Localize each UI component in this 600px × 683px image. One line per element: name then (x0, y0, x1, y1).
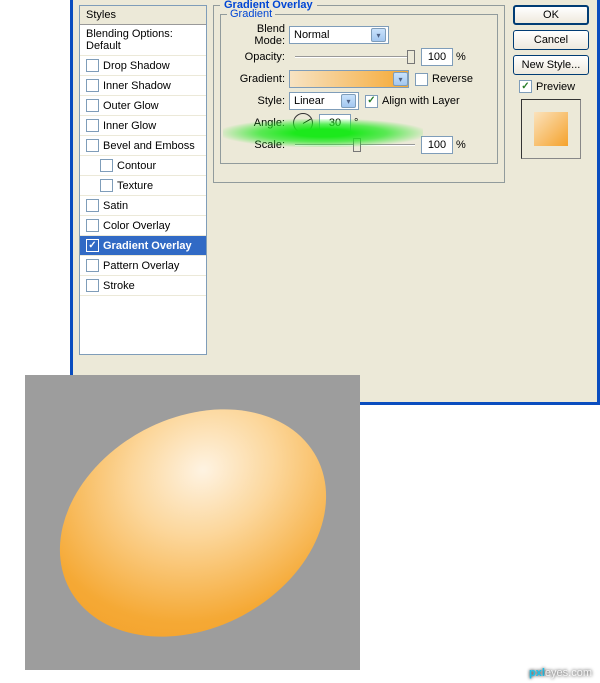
angle-row: Angle: 30 ° (227, 113, 491, 133)
percent-unit: % (456, 51, 466, 63)
style-outer-glow[interactable]: Outer Glow (80, 96, 206, 116)
watermark: pxleyes.com (529, 664, 592, 679)
checkbox[interactable] (86, 79, 99, 92)
style-pattern-overlay[interactable]: Pattern Overlay (80, 256, 206, 276)
checkbox[interactable] (86, 139, 99, 152)
chevron-down-icon: ▾ (341, 94, 356, 108)
preview-option[interactable]: Preview (519, 80, 591, 93)
gradient-row: Gradient: ▾ Reverse (227, 69, 491, 89)
checkbox[interactable] (519, 80, 532, 93)
style-contour[interactable]: Contour (80, 156, 206, 176)
checkbox[interactable] (86, 219, 99, 232)
opacity-input[interactable]: 100 (421, 48, 453, 66)
slider-thumb[interactable] (407, 50, 415, 64)
gradient-ellipse (20, 364, 366, 681)
style-satin[interactable]: Satin (80, 196, 206, 216)
layer-style-dialog: Styles Blending Options: Default Drop Sh… (70, 0, 600, 405)
blend-mode-dropdown[interactable]: Normal ▾ (289, 26, 389, 44)
settings-panel: Gradient Overlay Gradient Blend Mode: No… (213, 5, 505, 183)
style-gradient-overlay[interactable]: Gradient Overlay (80, 236, 206, 256)
styles-header: Styles (80, 6, 206, 25)
angle-dial[interactable] (293, 113, 313, 133)
checkbox[interactable] (86, 199, 99, 212)
checkbox[interactable] (86, 59, 99, 72)
checkbox[interactable] (100, 179, 113, 192)
gradient-group-title: Gradient (227, 8, 275, 20)
checkbox[interactable] (86, 119, 99, 132)
style-bevel-emboss[interactable]: Bevel and Emboss (80, 136, 206, 156)
style-texture[interactable]: Texture (80, 176, 206, 196)
degree-unit: ° (354, 117, 358, 129)
reverse-option[interactable]: Reverse (415, 73, 473, 86)
result-canvas (25, 375, 360, 670)
percent-unit: % (456, 139, 466, 151)
new-style-button[interactable]: New Style... (513, 55, 589, 75)
style-inner-shadow[interactable]: Inner Shadow (80, 76, 206, 96)
preview-swatch (534, 112, 568, 146)
gradient-picker[interactable]: ▾ (289, 70, 409, 88)
checkbox[interactable] (86, 279, 99, 292)
angle-label: Angle: (227, 117, 289, 129)
scale-input[interactable]: 100 (421, 136, 453, 154)
style-drop-shadow[interactable]: Drop Shadow (80, 56, 206, 76)
checkbox[interactable] (86, 239, 99, 252)
checkbox[interactable] (365, 95, 378, 108)
angle-input[interactable]: 30 (319, 114, 351, 132)
blend-mode-row: Blend Mode: Normal ▾ (227, 25, 491, 45)
scale-slider[interactable] (295, 138, 415, 152)
checkbox[interactable] (415, 73, 428, 86)
checkbox[interactable] (86, 259, 99, 272)
style-stroke[interactable]: Stroke (80, 276, 206, 296)
style-row: Style: Linear ▾ Align with Layer (227, 91, 491, 111)
checkbox[interactable] (100, 159, 113, 172)
checkbox[interactable] (86, 99, 99, 112)
right-panel: OK Cancel New Style... Preview (513, 5, 591, 159)
scale-label: Scale: (227, 139, 289, 151)
ok-button[interactable]: OK (513, 5, 589, 25)
gradient-label: Gradient: (227, 73, 289, 85)
slider-thumb[interactable] (353, 138, 361, 152)
gradient-group: Gradient Blend Mode: Normal ▾ Opacity: 1… (220, 14, 498, 164)
chevron-down-icon: ▾ (371, 28, 386, 42)
scale-row: Scale: 100 % (227, 135, 491, 155)
cancel-button[interactable]: Cancel (513, 30, 589, 50)
styles-list: Drop Shadow Inner Shadow Outer Glow Inne… (80, 56, 206, 296)
blending-options-default[interactable]: Blending Options: Default (80, 25, 206, 56)
opacity-slider[interactable] (295, 50, 415, 64)
style-color-overlay[interactable]: Color Overlay (80, 216, 206, 236)
style-inner-glow[interactable]: Inner Glow (80, 116, 206, 136)
preview-box (521, 99, 581, 159)
opacity-label: Opacity: (227, 51, 289, 63)
opacity-row: Opacity: 100 % (227, 47, 491, 67)
styles-panel: Styles Blending Options: Default Drop Sh… (79, 5, 207, 355)
style-dropdown[interactable]: Linear ▾ (289, 92, 359, 110)
style-label: Style: (227, 95, 289, 107)
chevron-down-icon: ▾ (393, 72, 408, 86)
align-with-layer-option[interactable]: Align with Layer (365, 95, 460, 108)
blend-mode-label: Blend Mode: (227, 23, 289, 47)
